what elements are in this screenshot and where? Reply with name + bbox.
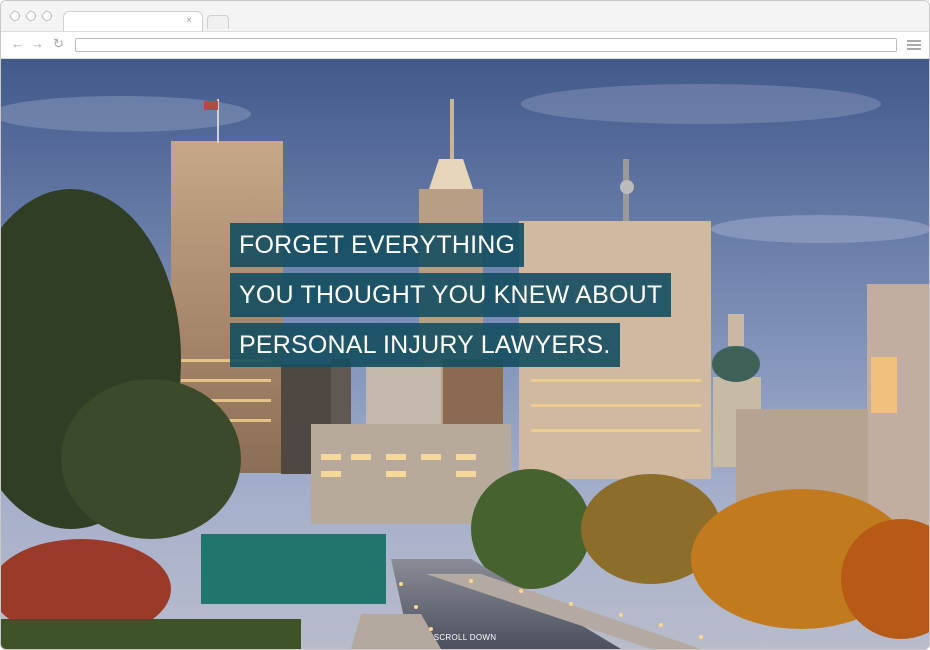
page-viewport: FORGET EVERYTHING YOU THOUGHT YOU KNEW A… — [1, 59, 929, 649]
headline-line-3: PERSONAL INJURY LAWYERS. — [230, 323, 620, 367]
address-bar[interactable] — [75, 38, 897, 52]
new-tab-button[interactable] — [207, 15, 229, 29]
close-window-button[interactable] — [10, 11, 20, 21]
title-bar: × — [1, 1, 929, 32]
hamburger-menu-icon[interactable] — [907, 40, 921, 50]
minimize-window-button[interactable] — [26, 11, 36, 21]
tab-close-icon[interactable]: × — [186, 15, 192, 26]
browser-toolbar: ← → ↻ — [1, 31, 929, 59]
headline-line-2: YOU THOUGHT YOU KNEW ABOUT — [230, 273, 672, 317]
maximize-window-button[interactable] — [42, 11, 52, 21]
browser-window: × ← → ↻ FORGET EVERYTHING YOU THOUGHT YO… — [0, 0, 930, 650]
scroll-down-link[interactable]: SCROLL DOWN — [1, 633, 929, 642]
reload-icon[interactable]: ↻ — [53, 36, 64, 52]
headline-line-1: FORGET EVERYTHING — [230, 223, 525, 267]
browser-tab[interactable]: × — [63, 11, 203, 32]
back-arrow-icon[interactable]: ← — [11, 36, 24, 52]
forward-arrow-icon[interactable]: → — [31, 36, 44, 52]
